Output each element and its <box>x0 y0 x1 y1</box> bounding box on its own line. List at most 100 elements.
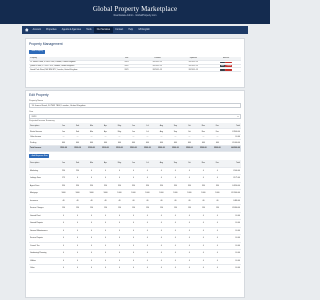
table-cell[interactable]: 0 <box>112 257 127 266</box>
table-cell[interactable]: 350 <box>182 182 197 191</box>
table-cell[interactable]: 1000 <box>126 189 141 198</box>
table-cell[interactable]: 0 <box>84 242 99 251</box>
table-cell[interactable]: 0 <box>126 227 141 236</box>
table-cell[interactable]: 0 <box>140 219 155 228</box>
table-cell[interactable]: 0 <box>182 167 197 176</box>
table-cell[interactable]: 350 <box>112 182 127 191</box>
table-cell[interactable]: 150 <box>84 204 99 213</box>
table-cell[interactable]: 0 <box>154 257 169 266</box>
table-cell[interactable]: 250 <box>56 167 71 176</box>
table-cell[interactable]: 0 <box>182 234 197 243</box>
nav-item-services[interactable]: Our Services <box>94 27 113 33</box>
table-cell[interactable]: 0 <box>168 219 183 228</box>
table-cell[interactable]: 0 <box>98 167 113 176</box>
table-cell[interactable]: 1000 <box>154 189 169 198</box>
table-cell[interactable]: 0 <box>98 249 113 258</box>
table-cell[interactable]: 40 <box>182 197 197 206</box>
add-property-button[interactable]: + Add Property <box>29 49 45 54</box>
table-cell[interactable]: 0 <box>168 227 183 236</box>
table-cell[interactable]: 0 <box>154 212 169 221</box>
table-cell[interactable]: 40 <box>168 197 183 206</box>
table-cell[interactable]: 0 <box>112 264 127 273</box>
table-cell[interactable]: 0 <box>182 264 197 273</box>
table-cell[interactable]: 0 <box>182 242 197 251</box>
table-cell[interactable]: 40 <box>196 197 211 206</box>
table-cell[interactable]: 0 <box>98 234 113 243</box>
table-cell[interactable]: 250 <box>70 167 85 176</box>
table-cell[interactable]: 0 <box>70 212 85 221</box>
table-cell[interactable]: 0 <box>210 257 225 266</box>
nav-item-properties[interactable]: Properties <box>44 27 60 33</box>
table-cell[interactable]: 150 <box>140 204 155 213</box>
table-cell[interactable]: 0 <box>56 264 71 273</box>
table-cell[interactable]: 0 <box>56 242 71 251</box>
table-cell[interactable]: 1000 <box>56 189 71 198</box>
table-cell[interactable]: 150 <box>196 204 211 213</box>
table-cell[interactable]: 40 <box>154 197 169 206</box>
table-cell[interactable]: 0 <box>126 264 141 273</box>
table-cell[interactable]: 0 <box>140 264 155 273</box>
edit-button[interactable]: Edit <box>219 61 225 63</box>
table-cell[interactable]: 0 <box>196 219 211 228</box>
table-cell[interactable]: 0 <box>182 257 197 266</box>
table-cell[interactable]: 150 <box>126 204 141 213</box>
table-cell[interactable]: 0 <box>70 249 85 258</box>
table-cell[interactable]: 0 <box>126 212 141 221</box>
table-cell[interactable]: 1000 <box>196 189 211 198</box>
table-cell[interactable]: 0 <box>210 167 225 176</box>
table-cell[interactable]: 150 <box>168 204 183 213</box>
table-cell[interactable]: 0 <box>210 174 225 183</box>
table-cell[interactable]: 0 <box>182 249 197 258</box>
table-cell[interactable]: 0 <box>112 242 127 251</box>
table-cell[interactable]: 0 <box>168 167 183 176</box>
table-cell[interactable]: 0 <box>140 174 155 183</box>
table-cell[interactable]: 0 <box>140 257 155 266</box>
delete-button[interactable]: Delete <box>225 69 233 71</box>
table-cell[interactable]: 350 <box>140 182 155 191</box>
delete-button[interactable]: Delete <box>225 65 233 67</box>
table-cell[interactable]: 150 <box>56 204 71 213</box>
nav-item-account[interactable]: Account <box>30 27 44 33</box>
table-cell[interactable]: 0 <box>168 249 183 258</box>
table-cell[interactable]: 0 <box>154 167 169 176</box>
table-cell[interactable]: 40 <box>140 197 155 206</box>
table-cell[interactable]: 0 <box>98 219 113 228</box>
table-cell[interactable]: 0 <box>182 219 197 228</box>
table-cell[interactable]: 0 <box>196 167 211 176</box>
table-cell[interactable]: 0 <box>196 264 211 273</box>
table-cell[interactable]: 0 <box>182 212 197 221</box>
table-cell[interactable]: 0 <box>70 264 85 273</box>
nav-item-tools[interactable]: Tools <box>84 27 95 33</box>
table-cell[interactable]: 0 <box>126 219 141 228</box>
table-cell[interactable]: 0 <box>56 249 71 258</box>
table-cell[interactable]: 0 <box>154 174 169 183</box>
table-cell[interactable]: 350 <box>84 182 99 191</box>
table-cell[interactable]: 0 <box>196 242 211 251</box>
table-cell[interactable]: 0 <box>98 212 113 221</box>
table-cell[interactable]: 0 <box>112 167 127 176</box>
table-cell[interactable]: 1000 <box>84 189 99 198</box>
table-cell[interactable]: 40 <box>70 197 85 206</box>
table-cell[interactable]: 175 <box>56 174 71 183</box>
table-cell[interactable]: 0 <box>210 242 225 251</box>
table-cell[interactable]: 0 <box>168 257 183 266</box>
table-cell[interactable]: 1000 <box>70 189 85 198</box>
table-cell[interactable]: 1000 <box>98 189 113 198</box>
table-cell[interactable]: 0 <box>126 257 141 266</box>
edit-button[interactable]: Edit <box>219 69 225 71</box>
table-cell[interactable]: 40 <box>126 197 141 206</box>
table-cell[interactable]: 0 <box>56 257 71 266</box>
table-cell[interactable]: 1000 <box>140 189 155 198</box>
table-cell[interactable]: 0 <box>84 167 99 176</box>
table-cell[interactable]: 0 <box>84 249 99 258</box>
table-cell[interactable]: 350 <box>126 182 141 191</box>
delete-button[interactable]: Delete <box>225 61 233 63</box>
table-cell[interactable]: 150 <box>112 204 127 213</box>
year-select[interactable]: 2023 ▾ <box>29 113 241 119</box>
table-cell[interactable]: 40 <box>56 197 71 206</box>
table-cell[interactable]: 0 <box>196 212 211 221</box>
table-cell[interactable]: 40 <box>98 197 113 206</box>
table-cell[interactable]: 0 <box>70 242 85 251</box>
table-cell[interactable]: 0 <box>182 174 197 183</box>
table-cell[interactable]: 150 <box>70 204 85 213</box>
